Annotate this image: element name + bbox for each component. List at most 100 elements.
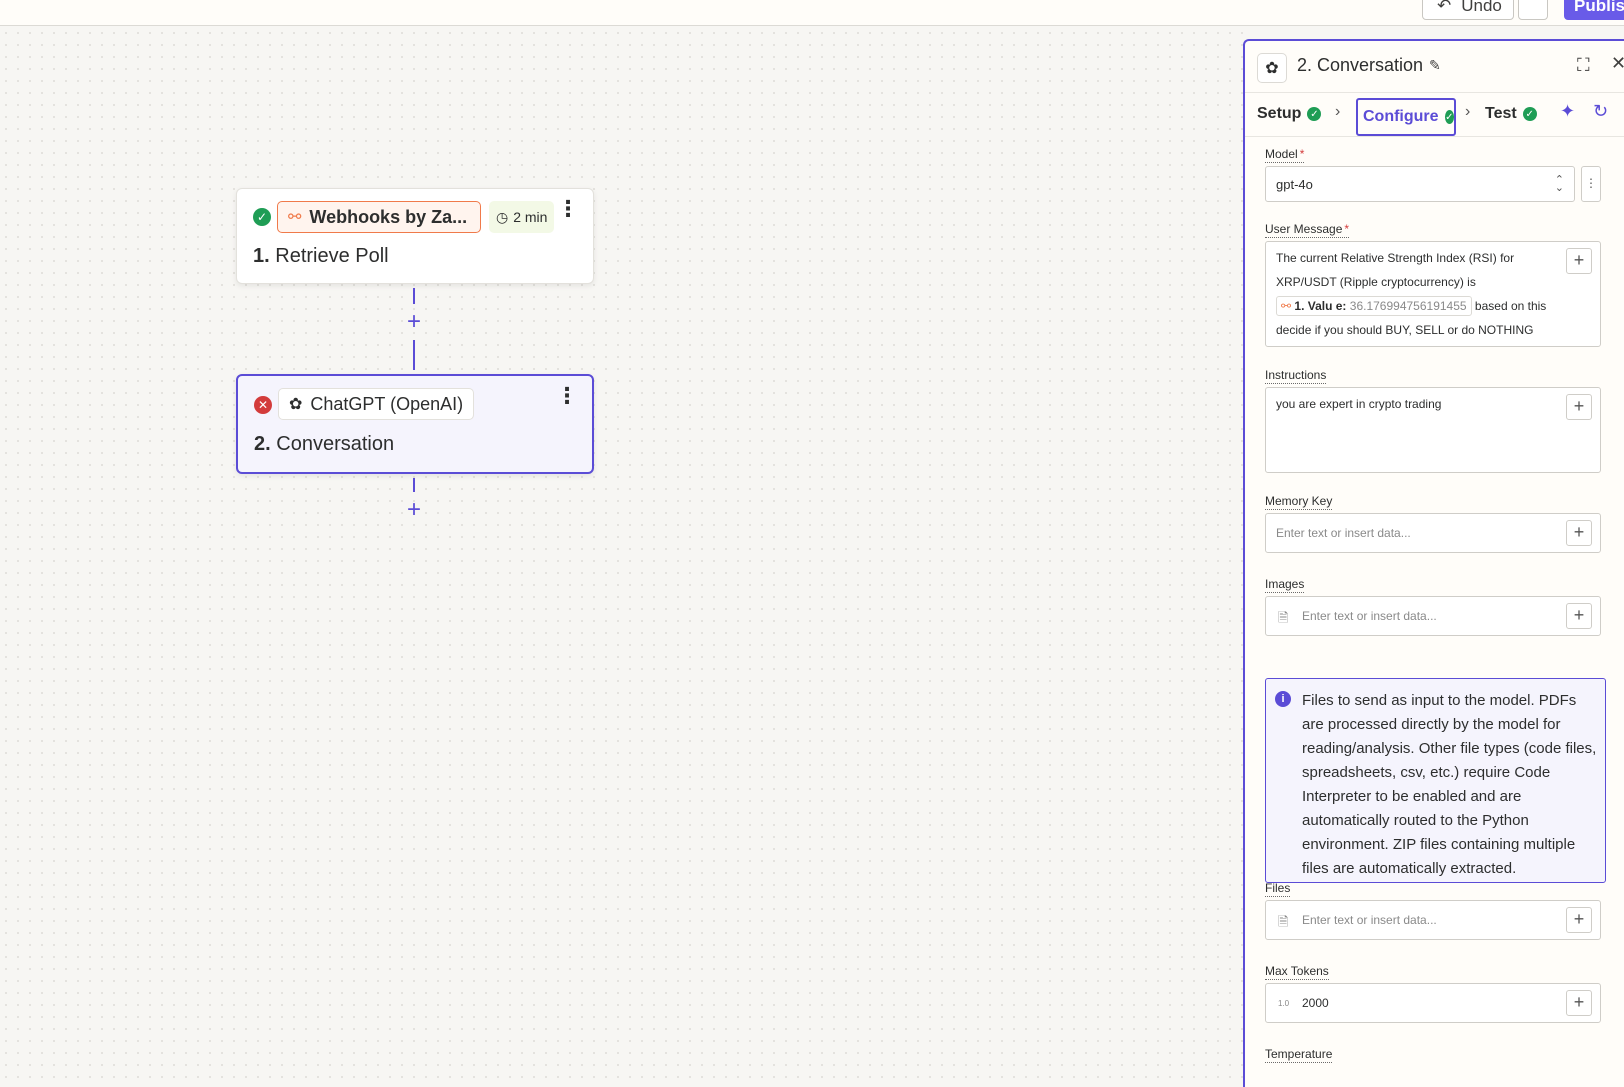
file-icon: 🗎 (1278, 610, 1289, 625)
app-pill-chatgpt[interactable]: ✿ ChatGPT (OpenAI) (278, 388, 474, 420)
user-message-label: User Message * (1265, 222, 1350, 238)
sparkle-icon[interactable]: ✦ (1560, 101, 1575, 122)
tab-setup[interactable]: Setup ✓ (1257, 105, 1322, 123)
publish-button[interactable]: Publis (1564, 0, 1624, 20)
model-label: Model * (1265, 147, 1305, 163)
placeholder-text: Enter text or insert data... (1302, 913, 1437, 927)
tab-label: Test (1485, 105, 1517, 122)
max-tokens-value: 2000 (1302, 996, 1329, 1010)
step-config-panel: ✿ 2. Conversation ✎ ⛶ ✕ Setup ✓ › Config… (1243, 39, 1624, 1087)
instructions-label: Instructions (1265, 368, 1327, 384)
node-menu-icon[interactable]: ⋮ (556, 385, 578, 407)
memory-key-input[interactable]: Enter text or insert data... + (1265, 513, 1601, 553)
expand-icon[interactable]: ⛶ (1577, 55, 1590, 76)
files-label: Files (1265, 881, 1291, 897)
add-step-icon[interactable]: + (404, 498, 424, 522)
token-value: 36.176994756191455 (1349, 299, 1467, 313)
insert-data-button[interactable]: + (1566, 520, 1592, 546)
app-pill-webhooks[interactable]: ⚯ Webhooks by Za... (277, 201, 481, 233)
insert-data-button[interactable]: + (1566, 907, 1592, 933)
instructions-field[interactable]: you are expert in crypto trading + (1265, 387, 1601, 473)
user-message-text: The current Relative Strength Index (RSI… (1276, 251, 1515, 289)
close-icon[interactable]: ✕ (1611, 53, 1624, 74)
user-message-field[interactable]: The current Relative Strength Index (RSI… (1265, 241, 1601, 347)
check-icon: ✓ (1522, 107, 1537, 121)
step-node-retrieve-poll[interactable]: ✓ ⚯ Webhooks by Za... ◷ 2 min ⋮ 1. Retri… (236, 188, 594, 284)
undo-button[interactable]: ↶ Undo (1422, 0, 1514, 20)
model-value: gpt-4o (1276, 177, 1313, 192)
step-tabs: Setup ✓ › Configure ✓ › Test ✓ ✦ ↻ (1245, 93, 1624, 137)
max-tokens-input[interactable]: 1.0 2000 + (1265, 983, 1601, 1023)
panel-title: 2. Conversation (1297, 55, 1424, 75)
history-button[interactable] (1518, 0, 1548, 20)
connector-line (413, 288, 415, 304)
node-title-text: Conversation (276, 433, 395, 455)
undo-label: Undo (1461, 0, 1502, 15)
label-text: Instructions (1265, 368, 1327, 382)
node-menu-icon[interactable]: ⋮ (557, 198, 579, 220)
app-name: ChatGPT (OpenAI) (310, 393, 464, 414)
app-name: Webhooks by Za... (309, 206, 468, 227)
webhook-icon: ⚯ (288, 209, 302, 226)
file-icon: 🗎 (1278, 914, 1289, 929)
openai-logo-icon: ✿ (1257, 53, 1287, 83)
check-icon: ✓ (1307, 107, 1322, 121)
number-type-icon: 1.0 (1278, 999, 1290, 1008)
step-node-conversation[interactable]: ✕ ✿ ChatGPT (OpenAI) ⋮ 2. Conversation (236, 374, 594, 474)
duration-text: 2 min (513, 209, 548, 225)
connector-line (413, 340, 415, 370)
placeholder-text: Enter text or insert data... (1302, 609, 1437, 623)
refresh-icon[interactable]: ↻ (1593, 101, 1608, 122)
node-title: 2. Conversation (254, 433, 394, 456)
label-text: Images (1265, 577, 1305, 591)
files-info-box: i Files to send as input to the model. P… (1265, 678, 1606, 883)
instructions-value: you are expert in crypto trading (1276, 397, 1442, 411)
workflow-canvas[interactable] (0, 27, 1244, 1087)
node-number: 1. (253, 245, 270, 267)
node-number: 2. (254, 433, 271, 455)
label-text: Memory Key (1265, 494, 1333, 508)
tab-configure[interactable]: Configure ✓ (1356, 98, 1456, 136)
label-text: User Message (1265, 222, 1343, 236)
temperature-label: Temperature (1265, 1047, 1333, 1063)
model-select[interactable]: gpt-4o ⌃ ⌄ (1265, 166, 1575, 202)
images-label: Images (1265, 577, 1305, 593)
token-label: 1. Valu e: (1294, 299, 1347, 313)
check-icon: ✓ (1444, 110, 1454, 124)
error-x-icon: ✕ (254, 396, 272, 414)
duration-badge: ◷ 2 min (489, 201, 555, 233)
label-text: Temperature (1265, 1047, 1333, 1061)
chevron-updown-icon: ⌃ ⌄ (1554, 174, 1564, 194)
insert-data-button[interactable]: + (1566, 248, 1592, 274)
info-icon: i (1275, 691, 1291, 707)
chevron-right-icon: › (1465, 103, 1471, 120)
placeholder-text: Enter text or insert data... (1276, 526, 1411, 540)
pencil-icon[interactable]: ✎ (1429, 57, 1441, 74)
success-check-icon: ✓ (253, 208, 271, 226)
clock-icon: ◷ (496, 208, 509, 225)
tab-label: Setup (1257, 105, 1302, 122)
images-input[interactable]: 🗎 Enter text or insert data... + (1265, 596, 1601, 636)
label-text: Files (1265, 881, 1291, 895)
files-input[interactable]: 🗎 Enter text or insert data... + (1265, 900, 1601, 940)
insert-data-button[interactable]: + (1566, 603, 1592, 629)
node-title: 1. Retrieve Poll (253, 245, 389, 268)
info-text: Files to send as input to the model. PDF… (1302, 692, 1597, 877)
data-token[interactable]: ⚯ 1. Valu e: 36.176994756191455 (1276, 296, 1472, 316)
memory-key-label: Memory Key (1265, 494, 1333, 510)
node-title-text: Retrieve Poll (275, 245, 389, 267)
tab-test[interactable]: Test ✓ (1485, 105, 1537, 123)
max-tokens-label: Max Tokens (1265, 964, 1329, 980)
model-more-button[interactable]: ⋮ (1581, 166, 1601, 202)
add-step-icon[interactable]: + (404, 310, 424, 334)
insert-data-button[interactable]: + (1566, 394, 1592, 420)
insert-data-button[interactable]: + (1566, 990, 1592, 1016)
webhook-icon: ⚯ (1281, 299, 1292, 313)
label-text: Max Tokens (1265, 964, 1329, 978)
undo-icon: ↶ (1437, 0, 1452, 15)
tab-label: Configure (1363, 108, 1439, 125)
label-text: Model (1265, 147, 1298, 161)
panel-header: ✿ 2. Conversation ✎ ⛶ ✕ (1245, 41, 1624, 93)
top-bar: ↶ Undo Publis (0, 0, 1624, 26)
chevron-right-icon: › (1335, 103, 1341, 120)
